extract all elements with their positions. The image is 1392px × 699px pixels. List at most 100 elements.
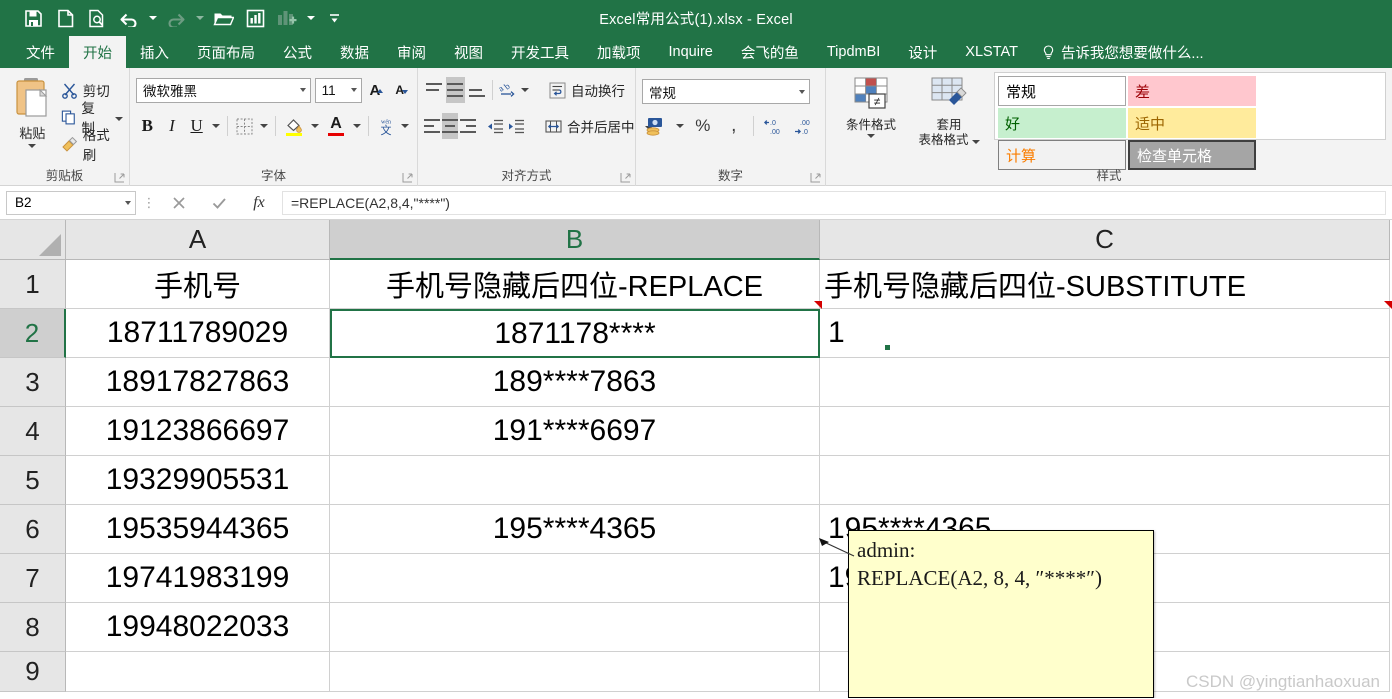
tab-inquire[interactable]: Inquire — [655, 36, 727, 68]
borders-button[interactable] — [233, 113, 256, 139]
cell-A8[interactable]: 19948022033 — [66, 603, 330, 652]
align-bottom-button[interactable] — [467, 77, 487, 103]
cell-B2[interactable]: 1871178**** — [330, 309, 820, 358]
row-header-3[interactable]: 3 — [0, 358, 66, 407]
bold-button[interactable]: B — [136, 113, 159, 139]
row-header-8[interactable]: 8 — [0, 603, 66, 652]
orientation-caret-icon[interactable] — [519, 77, 530, 103]
new-file-icon[interactable] — [50, 4, 80, 32]
conditional-formatting-button[interactable]: ≠ 条件格式 — [832, 72, 910, 138]
row-header-1[interactable]: 1 — [0, 260, 66, 309]
column-header-b[interactable]: B — [330, 220, 820, 260]
tab-design[interactable]: 设计 — [894, 36, 951, 68]
align-middle-button[interactable] — [445, 77, 466, 103]
align-right-button[interactable] — [460, 113, 476, 139]
format-painter-button[interactable]: 格式刷 — [61, 128, 123, 163]
number-format-caret-icon[interactable] — [799, 89, 805, 94]
font-color-button[interactable]: A — [323, 113, 349, 139]
font-name-caret-icon[interactable] — [299, 88, 306, 92]
cell-B7[interactable] — [330, 554, 820, 603]
enter-formula-button[interactable] — [202, 191, 236, 215]
alignment-dialog-launcher-icon[interactable] — [620, 172, 631, 183]
font-name-combo[interactable]: 微软雅黑 — [136, 77, 311, 103]
open-folder-icon[interactable] — [208, 4, 238, 32]
save-icon[interactable] — [18, 4, 48, 32]
font-size-combo[interactable]: 11 — [314, 77, 362, 103]
cell-B5[interactable] — [330, 456, 820, 505]
clipboard-dialog-launcher-icon[interactable] — [114, 172, 125, 183]
fill-handle[interactable] — [884, 344, 891, 351]
chart-sheet-icon[interactable] — [240, 4, 270, 32]
format-as-table-caret-icon[interactable] — [971, 133, 980, 148]
add-chart-icon[interactable] — [272, 4, 302, 32]
row-header-4[interactable]: 4 — [0, 407, 66, 456]
wrap-text-button[interactable]: 自动换行 — [544, 77, 629, 103]
cell-C2[interactable]: 1 — [820, 309, 1390, 358]
tab-view[interactable]: 视图 — [440, 36, 497, 68]
cell-A7[interactable]: 19741983199 — [66, 554, 330, 603]
phonetic-guide-button[interactable]: wén 文 — [374, 113, 397, 139]
row-header-7[interactable]: 7 — [0, 554, 66, 603]
tab-page-layout[interactable]: 页面布局 — [183, 36, 269, 68]
row-header-9[interactable]: 9 — [0, 652, 66, 692]
print-preview-icon[interactable] — [82, 4, 112, 32]
increase-indent-button[interactable] — [507, 113, 526, 139]
cell-A1[interactable]: 手机号 — [66, 260, 330, 309]
italic-button[interactable]: I — [161, 113, 184, 139]
cell-C1[interactable]: 手机号隐藏后四位-SUBSTITUTE — [820, 260, 1390, 309]
cell-B3[interactable]: 189****7863 — [330, 358, 820, 407]
decrease-decimal-button[interactable]: .00.0 — [790, 113, 819, 139]
conditional-formatting-caret-icon[interactable] — [867, 134, 875, 138]
tab-flying-fish[interactable]: 会飞的鱼 — [727, 36, 813, 68]
customize-qat-icon[interactable] — [319, 4, 349, 32]
cell-C5[interactable] — [820, 456, 1390, 505]
underline-button[interactable]: U — [185, 113, 208, 139]
increase-font-size-button[interactable]: A — [364, 77, 387, 103]
comma-format-button[interactable]: , — [719, 113, 748, 139]
orientation-button[interactable]: ab — [498, 77, 518, 103]
row-header-5[interactable]: 5 — [0, 456, 66, 505]
cell-A6[interactable]: 19535944365 — [66, 505, 330, 554]
tell-me-box[interactable]: 告诉我您想要做什么... — [1032, 36, 1218, 68]
font-dialog-launcher-icon[interactable] — [402, 172, 413, 183]
fill-color-button[interactable] — [281, 113, 307, 139]
tab-developer[interactable]: 开发工具 — [497, 36, 583, 68]
tab-file[interactable]: 文件 — [12, 36, 69, 68]
add-chart-caret-icon[interactable] — [304, 4, 317, 32]
row-header-6[interactable]: 6 — [0, 505, 66, 554]
tab-home[interactable]: 开始 — [69, 36, 126, 68]
tab-formulas[interactable]: 公式 — [269, 36, 326, 68]
undo-dropdown-caret-icon[interactable] — [146, 4, 159, 32]
tab-addins[interactable]: 加载项 — [583, 36, 655, 68]
accounting-format-button[interactable] — [642, 113, 671, 139]
paste-button[interactable]: 粘贴 — [6, 72, 59, 162]
cell-A5[interactable]: 19329905531 — [66, 456, 330, 505]
borders-caret-icon[interactable] — [258, 113, 270, 139]
font-size-caret-icon[interactable] — [350, 88, 357, 92]
tab-data[interactable]: 数据 — [326, 36, 383, 68]
cell-A9[interactable] — [66, 652, 330, 692]
align-top-button[interactable] — [424, 77, 444, 103]
underline-caret-icon[interactable] — [210, 113, 222, 139]
decrease-font-size-button[interactable]: A — [388, 77, 411, 103]
tab-xlstat[interactable]: XLSTAT — [951, 36, 1032, 68]
percent-format-button[interactable]: % — [688, 113, 717, 139]
cell-style-good[interactable]: 好 — [998, 108, 1126, 138]
cell-B8[interactable] — [330, 603, 820, 652]
number-dialog-launcher-icon[interactable] — [810, 172, 821, 183]
cell-style-neutral[interactable]: 适中 — [1128, 108, 1256, 138]
name-box[interactable]: B2 — [6, 190, 136, 215]
cell-C3[interactable] — [820, 358, 1390, 407]
align-center-button[interactable] — [442, 113, 458, 139]
tab-tipdmbi[interactable]: TipdmBI — [813, 36, 894, 68]
cancel-formula-button[interactable] — [162, 191, 196, 215]
decrease-indent-button[interactable] — [486, 113, 505, 139]
cell-A3[interactable]: 18917827863 — [66, 358, 330, 407]
tab-review[interactable]: 审阅 — [383, 36, 440, 68]
align-left-button[interactable] — [424, 113, 440, 139]
increase-decimal-button[interactable]: .0.00 — [759, 113, 788, 139]
fill-color-caret-icon[interactable] — [309, 113, 321, 139]
cell-style-normal[interactable]: 常规 — [998, 76, 1126, 106]
format-as-table-button[interactable]: 套用 表格格式 — [910, 72, 988, 148]
row-header-2[interactable]: 2 — [0, 309, 66, 358]
